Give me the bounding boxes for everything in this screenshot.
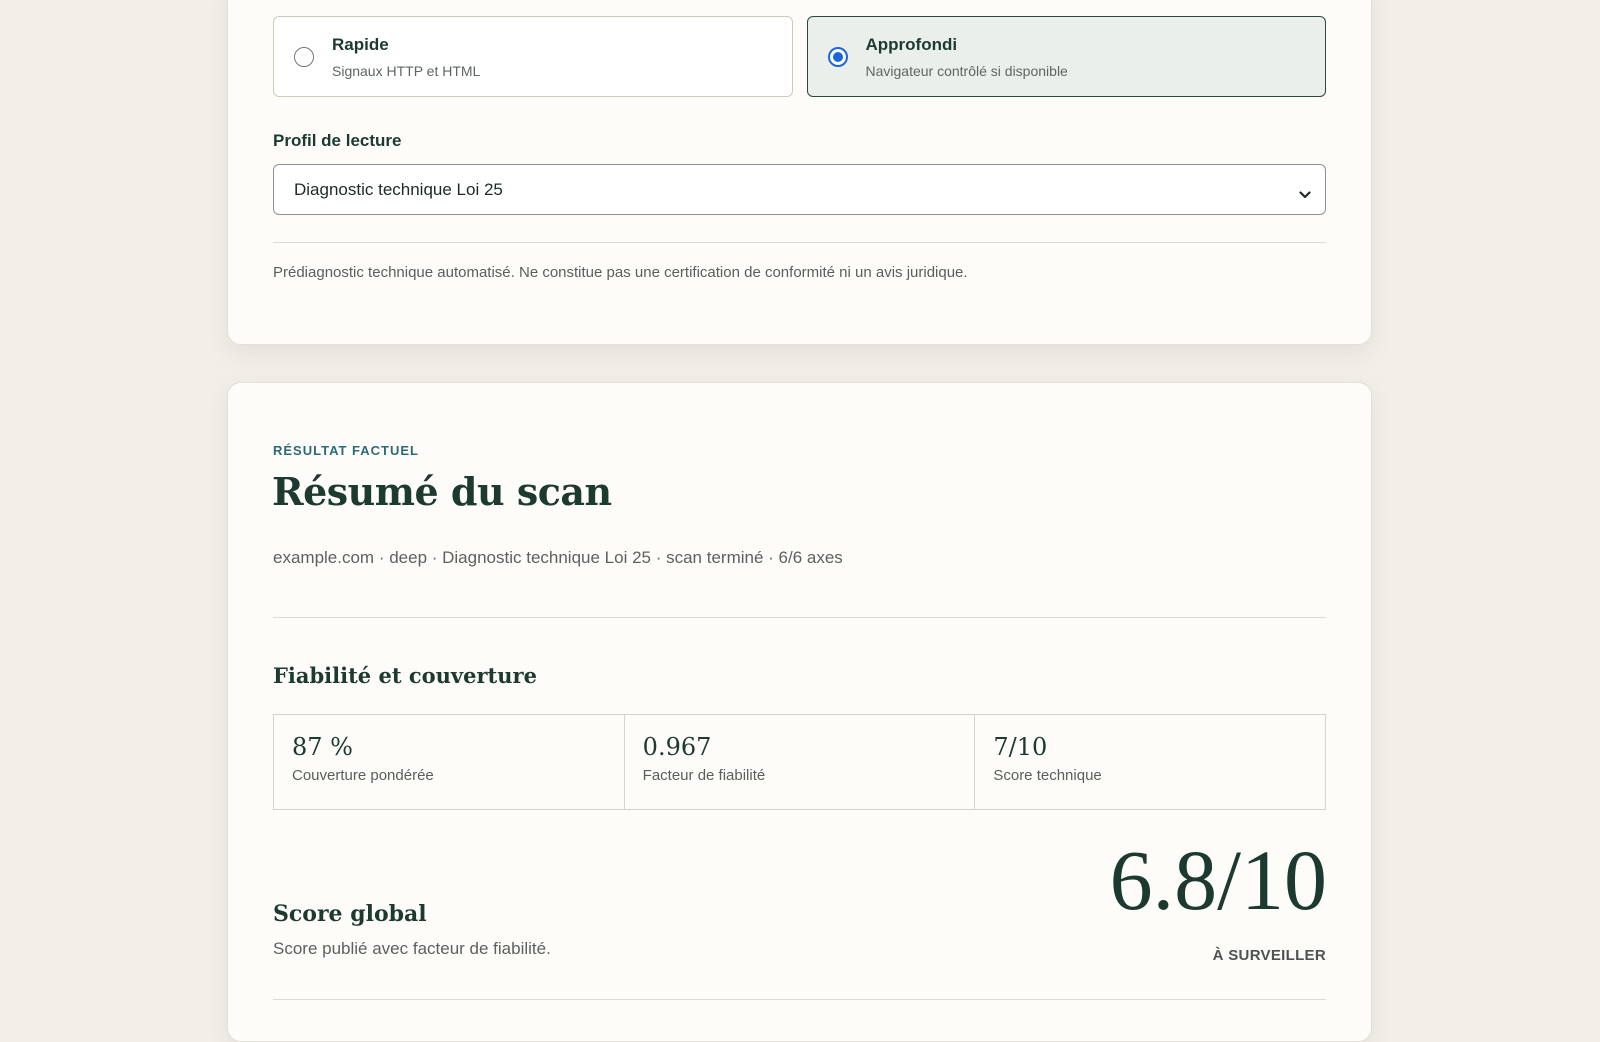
- global-score-title: Score global: [273, 901, 427, 927]
- metric-label: Couverture pondérée: [292, 767, 434, 784]
- metric-label: Facteur de fiabilité: [642, 767, 766, 784]
- scan-mode-group: Rapide Signaux HTTP et HTML Approfondi N…: [273, 16, 1326, 97]
- result-card: RÉSULTAT FACTUEL Résumé du scan example.…: [227, 382, 1372, 1042]
- profile-select[interactable]: Diagnostic technique Loi 25: [273, 164, 1326, 215]
- metric-value: 0.967: [642, 733, 712, 761]
- metric-coverage: 87 % Couverture pondérée: [274, 715, 625, 809]
- divider: [273, 242, 1326, 243]
- mode-subtitle: Signaux HTTP et HTML: [332, 62, 481, 79]
- global-score-subtitle: Score publié avec facteur de fiabilité.: [273, 939, 551, 958]
- metric-reliability-factor: 0.967 Facteur de fiabilité: [625, 715, 976, 809]
- scan-settings-card: Rapide Signaux HTTP et HTML Approfondi N…: [227, 0, 1372, 345]
- global-score-value: 6.8/10: [1109, 832, 1327, 928]
- scan-meta: example.com · deep · Diagnostic techniqu…: [273, 548, 843, 567]
- radio-approfondi[interactable]: [827, 46, 848, 67]
- profile-select-value: Diagnostic technique Loi 25: [294, 179, 503, 199]
- mode-subtitle: Navigateur contrôlé si disponible: [865, 62, 1068, 79]
- mode-option-approfondi[interactable]: Approfondi Navigateur contrôlé si dispon…: [806, 16, 1326, 97]
- reliability-metrics: 87 % Couverture pondérée 0.967 Facteur d…: [273, 714, 1326, 810]
- mode-option-rapide[interactable]: Rapide Signaux HTTP et HTML: [273, 16, 793, 97]
- result-title: Résumé du scan: [272, 469, 612, 514]
- reliability-title: Fiabilité et couverture: [273, 663, 537, 688]
- radio-rapide[interactable]: [294, 46, 314, 67]
- metric-technical-score: 7/10 Score technique: [975, 715, 1325, 809]
- metric-value: 7/10: [993, 733, 1048, 761]
- mode-title: Approfondi: [865, 34, 958, 54]
- score-status-badge: À SURVEILLER: [1212, 947, 1326, 964]
- metric-value: 87 %: [292, 733, 353, 761]
- result-eyebrow: RÉSULTAT FACTUEL: [273, 443, 419, 458]
- profile-label: Profil de lecture: [273, 131, 402, 150]
- mode-title: Rapide: [332, 34, 389, 54]
- metric-label: Score technique: [993, 767, 1102, 784]
- chevron-down-icon: [1299, 185, 1311, 205]
- disclaimer-text: Prédiagnostic technique automatisé. Ne c…: [273, 264, 968, 281]
- divider: [273, 617, 1326, 618]
